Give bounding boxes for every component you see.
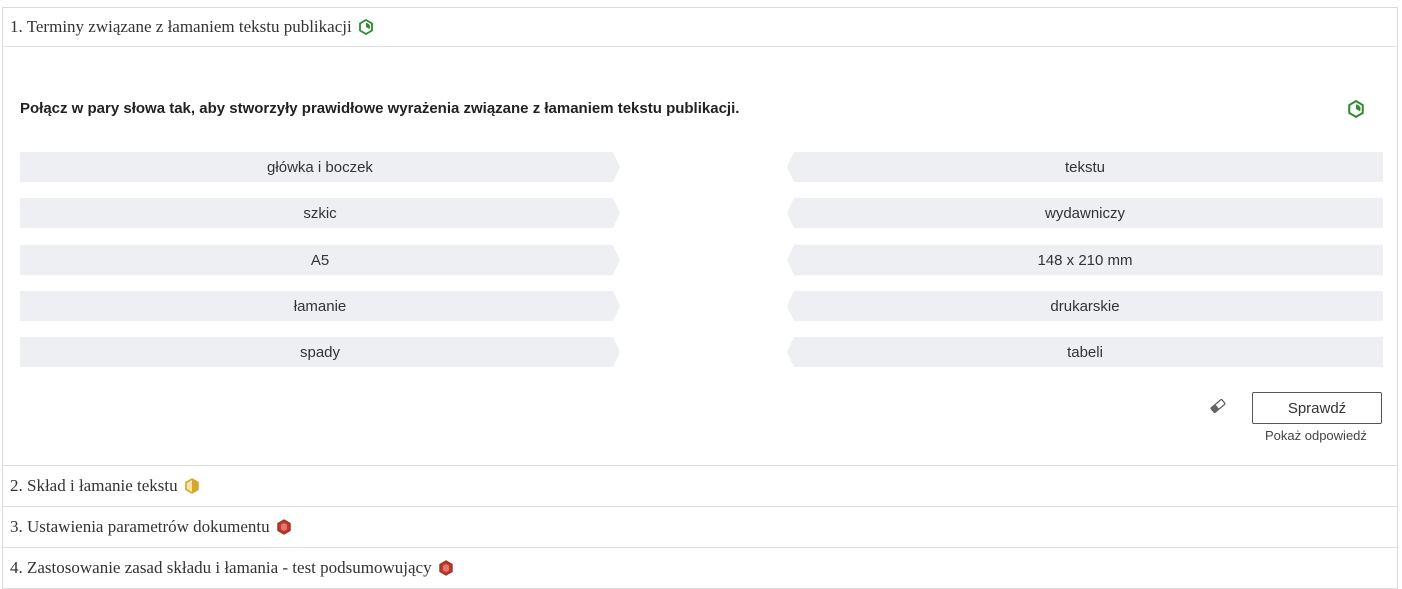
- section-3: 3. Ustawienia parametrów dokumentu: [2, 506, 1398, 548]
- section-1-title: 1. Terminy związane z łamaniem tekstu pu…: [10, 17, 352, 36]
- hexagon-filled-icon: [276, 519, 292, 535]
- section-3-header[interactable]: 3. Ustawienia parametrów dokumentu: [3, 507, 1397, 547]
- check-button[interactable]: Sprawdź: [1252, 392, 1382, 424]
- hexagon-check-icon: [358, 19, 374, 35]
- left-tile[interactable]: łamanie: [20, 291, 620, 321]
- right-tile[interactable]: tekstu: [787, 152, 1383, 182]
- right-tile[interactable]: tabeli: [787, 337, 1383, 367]
- left-tile[interactable]: główka i boczek: [20, 152, 620, 182]
- section-4: 4. Zastosowanie zasad składu i łamania -…: [2, 547, 1398, 589]
- section-4-title: 4. Zastosowanie zasad składu i łamania -…: [10, 558, 432, 577]
- right-tile[interactable]: wydawniczy: [787, 198, 1383, 228]
- section-1: 1. Terminy związane z łamaniem tekstu pu…: [2, 7, 1398, 466]
- hexagon-half-icon: [184, 478, 200, 494]
- section-1-header[interactable]: 1. Terminy związane z łamaniem tekstu pu…: [3, 8, 1397, 47]
- eraser-icon[interactable]: [1209, 398, 1227, 419]
- right-tile[interactable]: 148 x 210 mm: [787, 245, 1383, 275]
- right-tile[interactable]: drukarskie: [787, 291, 1383, 321]
- hexagon-filled-icon: [438, 560, 454, 576]
- hexagon-check-icon: [1347, 99, 1365, 123]
- section-3-title: 3. Ustawienia parametrów dokumentu: [10, 517, 270, 536]
- section-2-title: 2. Skład i łamanie tekstu: [10, 476, 178, 495]
- section-2-header[interactable]: 2. Skład i łamanie tekstu: [3, 466, 1397, 506]
- section-2: 2. Skład i łamanie tekstu: [2, 465, 1398, 507]
- exercise-instruction: Połącz w pary słowa tak, aby stworzyły p…: [20, 100, 740, 117]
- left-tile[interactable]: A5: [20, 245, 620, 275]
- show-answer-link[interactable]: Pokaż odpowiedź: [1265, 428, 1367, 443]
- section-4-header[interactable]: 4. Zastosowanie zasad składu i łamania -…: [3, 548, 1397, 588]
- left-tile[interactable]: spady: [20, 337, 620, 367]
- left-tile[interactable]: szkic: [20, 198, 620, 228]
